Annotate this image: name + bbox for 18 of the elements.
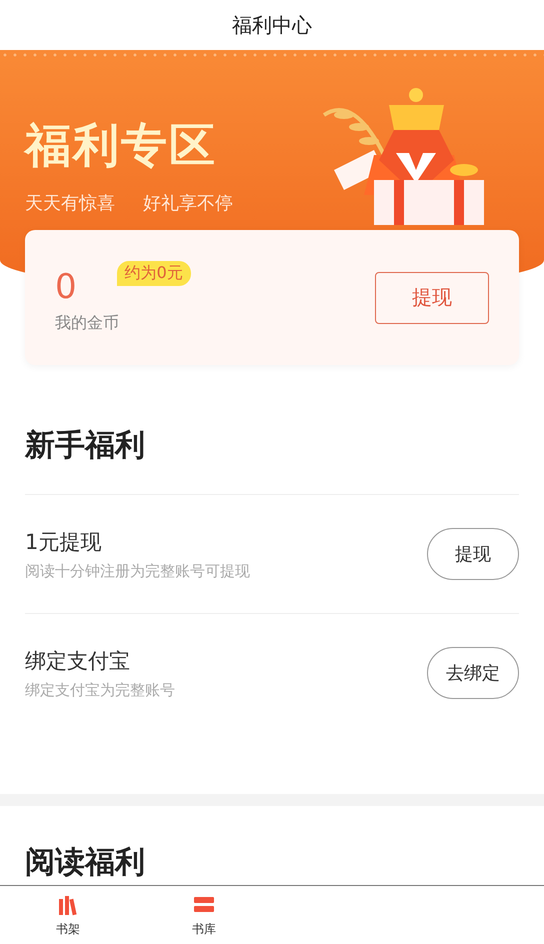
page-title: 福利中心 — [232, 12, 312, 38]
coin-label: 我的金币 — [55, 313, 120, 334]
estimate-badge: 约为0元 — [116, 261, 191, 286]
task-button[interactable]: 提现 — [427, 528, 519, 580]
section-title: 阅读福利 — [25, 845, 145, 880]
task-title: 绑定支付宝 — [25, 648, 131, 674]
task-description: 阅读十分钟注册为完整账号可提现 — [25, 562, 250, 580]
banner-title: 福利专区 — [25, 117, 218, 174]
task-button[interactable]: 去绑定 — [427, 647, 519, 699]
coin-amount: 0 — [55, 267, 77, 307]
tab-item[interactable]: 书架 — [0, 886, 136, 944]
banner-slogan: 好礼享不停 — [143, 192, 233, 215]
task-description: 绑定支付宝为完整账号 — [25, 680, 175, 700]
section-title: 新手福利 — [25, 365, 519, 495]
withdraw-button[interactable]: 提现 — [375, 272, 489, 324]
tab-item[interactable]: 书库 — [136, 886, 272, 944]
banner-slogan: 天天有惊喜 — [25, 192, 115, 215]
task-title: 1元提现 — [25, 528, 102, 556]
